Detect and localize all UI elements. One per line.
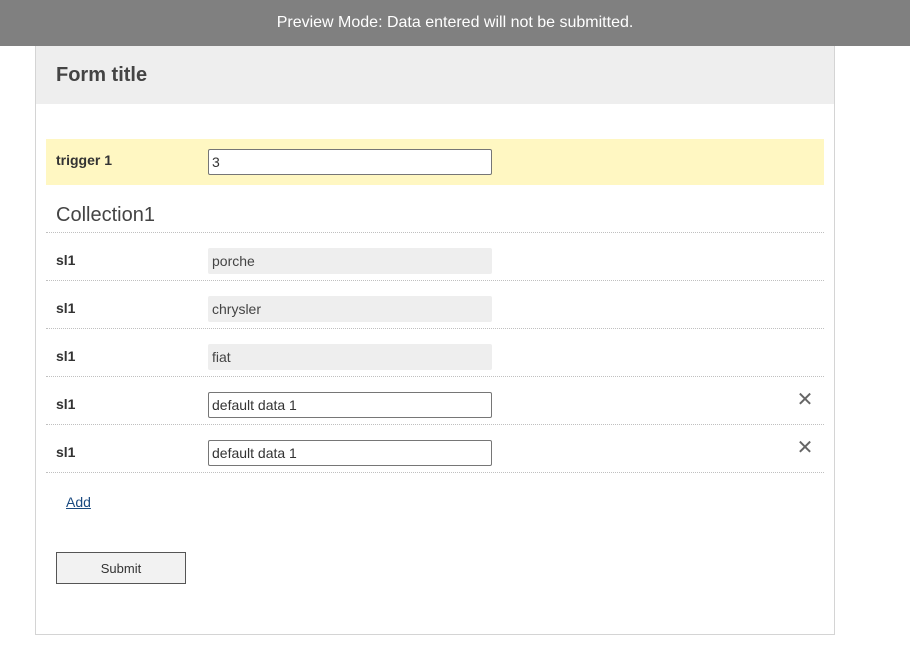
item-label: sl1: [56, 348, 76, 364]
remove-item-button[interactable]: ✕: [794, 436, 816, 458]
preview-mode-banner: Preview Mode: Data entered will not be s…: [0, 0, 910, 46]
trigger-input[interactable]: [208, 149, 492, 175]
submit-button[interactable]: Submit: [56, 552, 186, 584]
preview-mode-text: Preview Mode: Data entered will not be s…: [276, 14, 634, 31]
collection-title: Collection1: [56, 204, 155, 226]
collection-item: sl1 ✕: [46, 425, 824, 473]
close-icon: ✕: [796, 435, 814, 459]
item-readonly-field: [208, 296, 492, 322]
form-container: Form title trigger 1 Collection1 sl1 sl1…: [35, 46, 835, 635]
item-input[interactable]: [208, 392, 492, 418]
collection-item: sl1: [46, 233, 824, 281]
item-label: sl1: [56, 444, 76, 460]
collection-item: sl1: [46, 329, 824, 377]
item-label: sl1: [56, 396, 76, 412]
form-header: Form title: [36, 46, 834, 104]
item-label: sl1: [56, 252, 76, 268]
collection-list: sl1 sl1 sl1 sl1 ✕ sl1 ✕: [46, 232, 824, 473]
remove-item-button[interactable]: ✕: [794, 388, 816, 410]
item-input[interactable]: [208, 440, 492, 466]
item-readonly-field: [208, 344, 492, 370]
close-icon: ✕: [796, 387, 814, 411]
trigger-label: trigger 1: [56, 152, 113, 168]
collection-item: sl1: [46, 281, 824, 329]
form-title: Form title: [56, 63, 148, 86]
item-readonly-field: [208, 248, 492, 274]
trigger-row: trigger 1: [46, 139, 824, 185]
add-item-link[interactable]: Add: [66, 494, 91, 510]
item-label: sl1: [56, 300, 76, 316]
collection-item: sl1 ✕: [46, 377, 824, 425]
